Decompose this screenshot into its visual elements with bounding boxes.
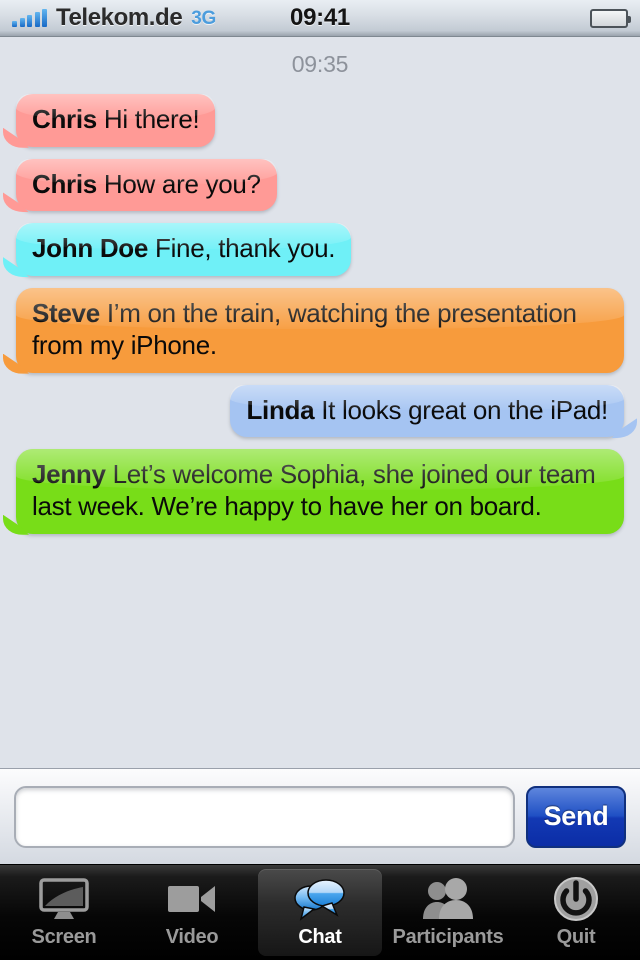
message-row: Chris How are you? (0, 158, 640, 212)
message-sender: John Doe (32, 233, 149, 264)
status-bar: Telekom.de 3G 09:41 (0, 0, 640, 37)
message-sender: Chris (32, 104, 97, 134)
message-text: Let’s welcome Sophia, she joined our tea… (32, 459, 596, 522)
network-type-label: 3G (191, 7, 217, 29)
tab-bar: Screen Video Chat Participants Quit (0, 864, 640, 960)
tab-label: Screen (31, 926, 97, 948)
chat-message-list[interactable]: 09:35 Chris Hi there! Chris How are you?… (0, 37, 640, 768)
message-row: Chris Hi there! (0, 94, 640, 147)
message-input[interactable] (14, 785, 515, 848)
speech-bubbles-icon (291, 876, 349, 922)
tab-quit[interactable]: Quit (514, 869, 638, 956)
message-row: Steve I’m on the train, watching the pre… (0, 288, 640, 373)
message-composer: Send (0, 768, 640, 864)
tab-label: Video (165, 926, 219, 948)
status-bar-left: Telekom.de 3G (12, 6, 216, 30)
chat-bubble[interactable]: John Doe Fine, thank you. (16, 223, 352, 277)
tab-chat[interactable]: Chat (258, 869, 382, 956)
tab-video[interactable]: Video (130, 869, 254, 956)
send-button[interactable]: Send (526, 785, 626, 848)
chat-bubble[interactable]: Chris How are you? (16, 158, 277, 212)
chat-bubble[interactable]: Linda It looks great on the iPad! (230, 384, 624, 438)
tab-screen[interactable]: Screen (2, 869, 126, 956)
power-icon (547, 876, 605, 922)
tab-label: Chat (298, 926, 342, 948)
camcorder-icon (163, 876, 221, 922)
message-sender: Jenny (32, 459, 106, 490)
chat-timestamp: 09:35 (291, 51, 349, 77)
battery-icon (590, 8, 631, 28)
chat-bubble[interactable]: Jenny Let’s welcome Sophia, she joined o… (16, 449, 624, 534)
people-icon (419, 876, 477, 922)
message-text: It looks great on the iPad! (314, 394, 608, 425)
tab-participants[interactable]: Participants (386, 869, 510, 956)
chat-bubble[interactable]: Chris Hi there! (16, 94, 216, 147)
message-row: Jenny Let’s welcome Sophia, she joined o… (0, 449, 640, 534)
tab-label: Participants (392, 926, 504, 948)
message-text: Fine, thank you. (148, 233, 336, 264)
message-text: I’m on the train, watching the presentat… (32, 298, 577, 360)
message-text: How are you? (96, 168, 261, 199)
tab-label: Quit (556, 926, 596, 948)
status-bar-right (590, 8, 631, 28)
signal-bars-icon (12, 8, 47, 27)
message-row: Linda It looks great on the iPad! (0, 384, 640, 438)
phone-screen: Telekom.de 3G 09:41 09:35 Chris Hi there… (0, 0, 640, 960)
message-sender: Chris (32, 168, 97, 199)
message-text: Hi there! (96, 104, 200, 134)
message-sender: Linda (246, 394, 315, 425)
chat-bubble[interactable]: Steve I’m on the train, watching the pre… (16, 288, 624, 373)
monitor-icon (35, 876, 93, 922)
carrier-label: Telekom.de (56, 4, 183, 31)
message-sender: Steve (32, 298, 100, 329)
message-row: John Doe Fine, thank you. (0, 223, 640, 277)
